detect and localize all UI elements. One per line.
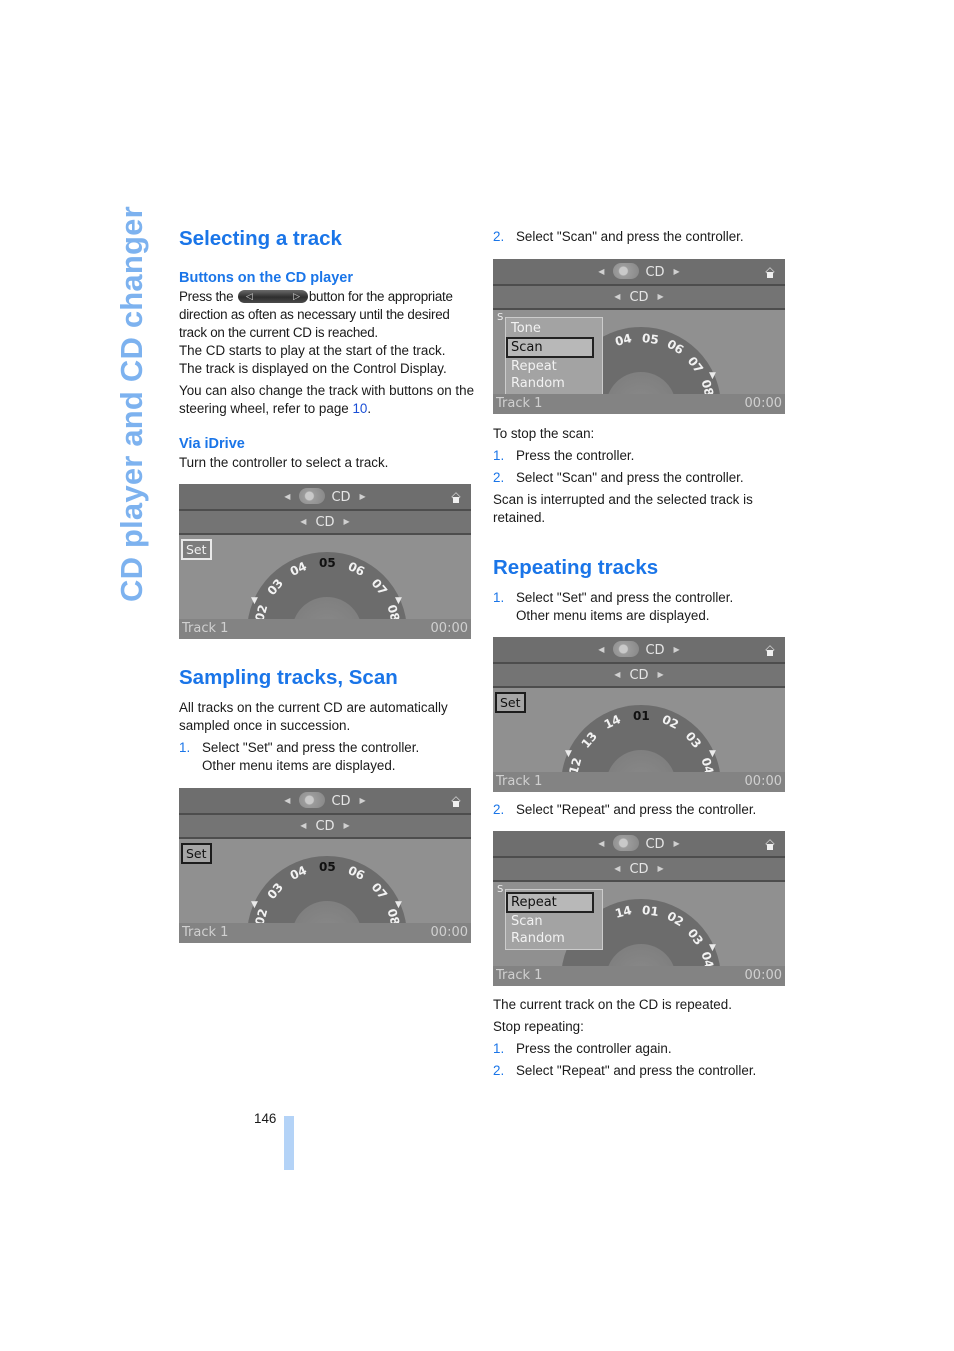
right-column: 2. Select "Scan" and press the controller… — [493, 228, 789, 1080]
list-item-stop-1: 1. Press the controller. — [493, 448, 635, 463]
arrow-left-icon: ◀ — [300, 517, 307, 526]
disc-icon — [613, 641, 640, 657]
arrow-left-icon: ◁ — [245, 291, 253, 301]
menu-item-random[interactable]: Random — [506, 375, 602, 392]
navigation-icon: ◇ — [761, 834, 779, 852]
left-column: Selecting a track Buttons on the CD play… — [179, 226, 475, 943]
status-time: 00:00 — [430, 621, 468, 636]
set-button[interactable]: Set — [495, 692, 526, 713]
page-link-10[interactable]: 10 — [352, 401, 367, 416]
settings-menu[interactable]: Tone Scan Repeat Random — [505, 317, 603, 395]
set-button[interactable]: Set — [181, 539, 212, 560]
chapter-title-text: CD player and CD changer — [114, 206, 149, 602]
scroll-indicator-icon: ▼ — [395, 900, 402, 910]
arrow-right-icon: ▷ — [293, 291, 300, 301]
disc-icon — [299, 792, 326, 808]
track-skip-button-image: ◁ ▷ — [237, 290, 308, 303]
scroll-indicator-icon: ▼ — [251, 900, 258, 910]
menu-item-repeat[interactable]: Repeat — [506, 892, 594, 913]
menu-item-tone[interactable]: Tone — [506, 320, 602, 337]
paragraph-cd-starts: The CD starts to play at the start of th… — [179, 343, 446, 358]
menu-item-scan[interactable]: Scan — [506, 913, 602, 930]
paragraph-turn-controller: Turn the controller to select a track. — [179, 455, 389, 470]
track-number[interactable]: 05 — [319, 556, 336, 570]
paragraph-track-repeated: The current track on the CD is repeated. — [493, 997, 732, 1012]
track-number[interactable]: 01 — [633, 709, 650, 723]
navigation-icon: ◇ — [761, 262, 779, 280]
menu-item-scan[interactable]: Scan — [506, 337, 594, 358]
track-number[interactable]: 01 — [641, 903, 659, 919]
settings-menu[interactable]: Repeat Scan Random — [505, 889, 603, 950]
track-number[interactable]: 05 — [319, 860, 336, 874]
idrive-screen-scan-menu: ◀ CD ▶ ◇ ◀ CD ▶ 04 05 06 07 08 ▼ S Tone Scan Repeat R… — [493, 259, 785, 414]
disc-icon — [613, 263, 640, 279]
navigation-icon: ◇ — [761, 640, 779, 658]
menu-item-random[interactable]: Random — [506, 930, 602, 947]
paragraph-stop-scan: To stop the scan: — [493, 426, 595, 441]
paragraph-all-tracks: All tracks on the current CD are automat… — [179, 700, 448, 733]
list-item-step-2: 2. Select "Scan" and press the controller… — [493, 229, 744, 244]
menu-item-repeat[interactable]: Repeat — [506, 358, 602, 375]
list-item-stop-repeat-1: 1. Press the controller again. — [493, 1041, 672, 1056]
scroll-indicator-icon: ▼ — [709, 749, 716, 759]
idrive-screen-repeat-menu: ◀ CD ▶ ◇ ◀ CD ▶ 14 01 02 03 04 ▼ S Repeat Scan Rando… — [493, 831, 785, 986]
paragraph-scan-interrupted: Scan is interrupted and the selected tra… — [493, 492, 753, 525]
scroll-indicator-icon: ▼ — [251, 596, 258, 606]
scroll-indicator-icon: ▼ — [565, 749, 572, 759]
heading-via-idrive: Via iDrive — [179, 436, 245, 452]
status-track: Track 1 — [182, 621, 229, 636]
heading-sampling-scan: Sampling tracks, Scan — [179, 666, 398, 689]
arrow-right-icon: ▶ — [343, 517, 350, 526]
idrive-screen-set-repeat: ◀ CD ▶ ◇ ◀ CD ▶ Set 12 13 14 01 02 03 04 ▼ ▼ Track 10… — [493, 637, 785, 792]
set-button[interactable]: Set — [181, 843, 212, 864]
disc-icon — [613, 835, 640, 851]
paragraph-track-displayed: The track is displayed on the Control Di… — [179, 361, 447, 376]
disc-icon — [299, 488, 326, 504]
arrow-right-icon: ▶ — [359, 492, 366, 501]
idrive-screen-select-track: ◀ CD ▶ ◇ ◀ CD ▶ Set 02 03 04 05 06 07 08 ▼ ▼ Track 10… — [179, 484, 471, 639]
scroll-indicator-icon: ▼ — [395, 596, 402, 606]
page-number: 146 — [254, 1111, 277, 1126]
navigation-icon: ◇ — [447, 791, 465, 809]
list-item-stop-2: 2. Select "Scan" and press the controller… — [493, 470, 744, 485]
page-marker-bar — [284, 1116, 294, 1170]
heading-buttons-cd-player: Buttons on the CD player — [179, 270, 354, 286]
list-item-repeat-1: 1. Select "Set" and press the controller.… — [493, 590, 734, 623]
arrow-left-icon: ◀ — [284, 492, 291, 501]
track-number[interactable]: 05 — [641, 331, 659, 347]
heading-selecting-track: Selecting a track — [179, 227, 342, 250]
paragraph-steering-wheel: You can also change the track with butto… — [179, 383, 475, 416]
list-item-repeat-2: 2. Select "Repeat" and press the controll… — [493, 802, 757, 817]
chapter-side-title: CD player and CD changer — [114, 206, 154, 602]
heading-repeating-tracks: Repeating tracks — [493, 556, 659, 579]
navigation-icon: ◇ — [447, 487, 465, 505]
paragraph-stop-repeating: Stop repeating: — [493, 1019, 584, 1034]
paragraph-press-button: Press the ◁ ▷ button for the appropriate d… — [179, 289, 453, 340]
list-item-step-1: 1. Select "Set" and press the controller.… — [179, 740, 420, 773]
scroll-indicator-icon: ▼ — [709, 371, 716, 381]
scroll-indicator-icon: ▼ — [709, 943, 716, 953]
list-item-stop-repeat-2: 2. Select "Repeat" and press the controll… — [493, 1063, 757, 1078]
idrive-screen-set-selected: ◀ CD ▶ ◇ ◀ CD ▶ Set 02 03 04 05 06 07 08 ▼ ▼ Track 10… — [179, 788, 471, 943]
